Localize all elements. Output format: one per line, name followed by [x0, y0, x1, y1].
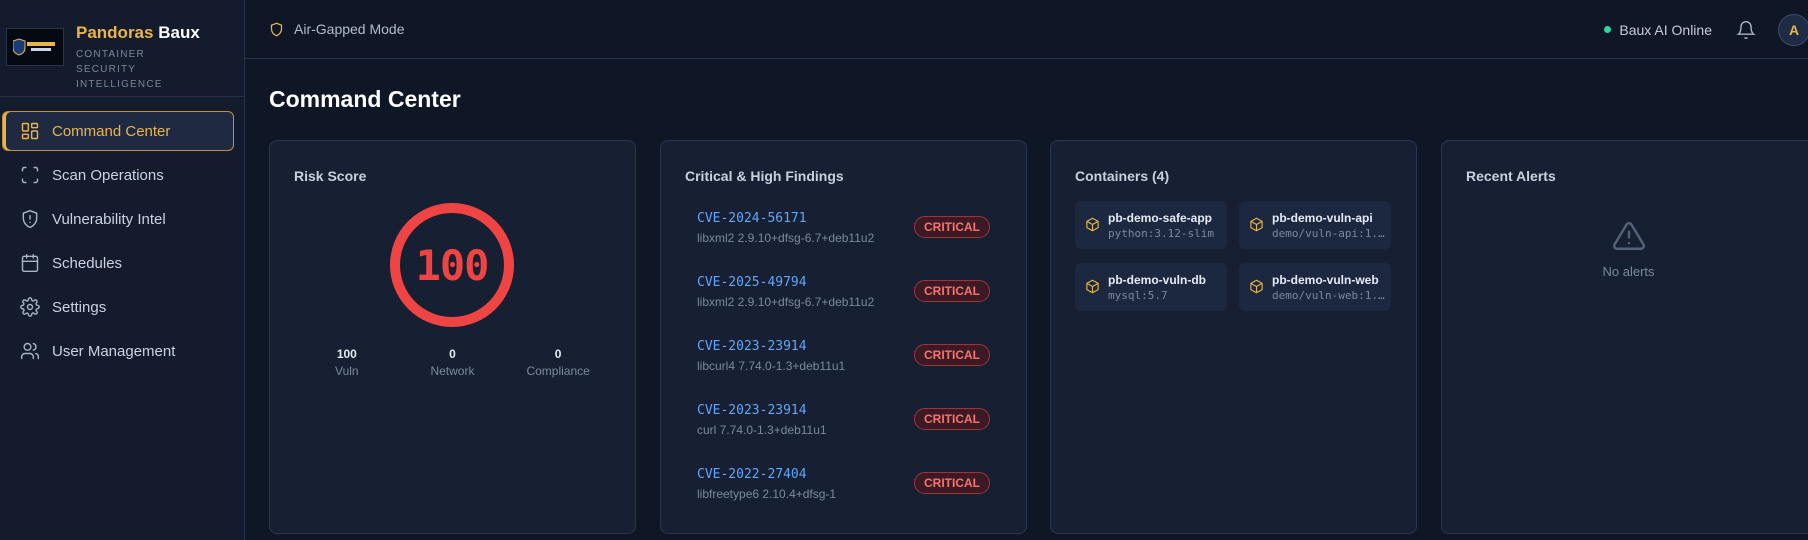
card-title: Containers (4): [1075, 168, 1170, 184]
cve-link[interactable]: CVE-2023-23914: [697, 339, 807, 354]
page-title: Command Center: [269, 86, 461, 112]
ai-status: Baux AI Online: [1604, 22, 1712, 38]
container-box-icon: [1250, 217, 1263, 232]
top-bar: Air-Gapped Mode Baux AI Online A: [245, 0, 1808, 59]
cve-link[interactable]: CVE-2022-27404: [697, 467, 807, 482]
sidebar: Pandoras Baux CONTAINER SECURITY INTELLI…: [0, 0, 245, 540]
metric-value: 100: [336, 347, 357, 361]
notifications-button[interactable]: [1736, 20, 1756, 40]
metric-label: Network: [430, 364, 475, 378]
container-name: pb-demo-vuln-db: [1108, 273, 1206, 287]
container-tile[interactable]: pb-demo-safe-app python:3.12-slim: [1075, 201, 1227, 249]
top-bar-right: Baux AI Online A: [1604, 0, 1808, 59]
card-title: Risk Score: [294, 168, 367, 184]
sidebar-item-user-management[interactable]: User Management: [2, 331, 234, 371]
package-version: curl 7.74.0-1.3+deb11u1: [697, 423, 827, 437]
severity-badge: CRITICAL: [914, 344, 990, 366]
user-avatar[interactable]: A: [1778, 13, 1808, 46]
finding-row[interactable]: CVE-2025-49794 libxml2 2.9.10+dfsg-6.7+d…: [685, 275, 990, 325]
card-title: Critical & High Findings: [685, 168, 844, 184]
container-name: pb-demo-safe-app: [1108, 211, 1213, 225]
brand-tagline: CONTAINER SECURITY INTELLIGENCE: [76, 49, 163, 90]
finding-row[interactable]: CVE-2023-23914 libcurl4 7.74.0-1.3+deb11…: [685, 339, 990, 389]
brand-name-part2: Baux: [158, 23, 200, 42]
severity-badge: CRITICAL: [914, 280, 990, 302]
container-image: demo/vuln-api:1...: [1272, 227, 1386, 240]
sidebar-item-command-center[interactable]: Command Center: [2, 111, 234, 151]
package-version: libfreetype6 2.10.4+dfsg-1: [697, 487, 837, 501]
risk-score-card: Risk Score 100 100 Vuln 0 Network 0 Comp…: [269, 140, 636, 534]
metric-value: 0: [554, 347, 562, 361]
empty-state: No alerts: [1442, 219, 1808, 279]
cve-link[interactable]: CVE-2024-56171: [697, 211, 807, 226]
online-status-dot: [1604, 26, 1612, 33]
risk-metrics: 100 Vuln 0 Network 0 Compliance: [294, 347, 611, 378]
container-image: demo/vuln-web:1...: [1272, 289, 1386, 302]
cve-link[interactable]: CVE-2025-49794: [697, 275, 807, 290]
card-title: Recent Alerts: [1466, 168, 1556, 184]
sidebar-item-label: User Management: [52, 342, 176, 360]
metric-vuln: 100 Vuln: [297, 347, 397, 378]
gear-icon: [20, 297, 40, 317]
empty-state-text: No alerts: [1602, 264, 1655, 279]
logo-image-icon: [13, 38, 55, 56]
brand-logo[interactable]: [6, 28, 64, 66]
container-image: mysql:5.7: [1108, 289, 1168, 302]
finding-row[interactable]: CVE-2023-23914 curl 7.74.0-1.3+deb11u1 C…: [685, 403, 990, 453]
package-version: libcurl4 7.74.0-1.3+deb11u1: [697, 359, 846, 373]
severity-badge: CRITICAL: [914, 472, 990, 494]
scan-frame-icon: [21, 166, 39, 184]
finding-row[interactable]: CVE-2022-27404 libfreetype6 2.10.4+dfsg-…: [685, 467, 990, 517]
ai-status-label: Baux AI Online: [1619, 21, 1712, 38]
container-tile[interactable]: pb-demo-vuln-db mysql:5.7: [1075, 263, 1227, 311]
sidebar-item-vulnerability-intel[interactable]: Vulnerability Intel: [2, 199, 234, 239]
sidebar-item-label: Command Center: [52, 122, 171, 140]
container-box-icon: [1086, 217, 1099, 232]
users-icon: [20, 342, 40, 360]
container-tile[interactable]: pb-demo-vuln-web demo/vuln-web:1...: [1239, 263, 1391, 311]
finding-row[interactable]: CVE-2024-56171 libxml2 2.9.10+dfsg-6.7+d…: [685, 211, 990, 261]
brand-name-part1: Pandoras: [76, 23, 154, 42]
metric-network: 0 Network: [402, 347, 502, 378]
sidebar-item-settings[interactable]: Settings: [2, 287, 234, 327]
containers-card: Containers (4) pb-demo-safe-app python:3…: [1050, 140, 1417, 534]
severity-badge: CRITICAL: [914, 408, 990, 430]
air-gapped-indicator: Air-Gapped Mode: [269, 21, 405, 37]
package-version: libxml2 2.9.10+dfsg-6.7+deb11u2: [697, 231, 875, 245]
metric-value: 0: [449, 347, 456, 361]
sidebar-item-label: Settings: [52, 298, 107, 316]
recent-alerts-card: Recent Alerts No alerts: [1441, 140, 1808, 534]
dashboard-grid-icon: [21, 122, 39, 140]
risk-score-value: 100: [415, 240, 490, 290]
container-tile[interactable]: pb-demo-vuln-api demo/vuln-api:1...: [1239, 201, 1391, 249]
findings-card: Critical & High Findings CVE-2024-56171 …: [660, 140, 1027, 534]
package-version: libxml2 2.9.10+dfsg-6.7+deb11u2: [697, 295, 875, 309]
container-image: python:3.12-slim: [1108, 227, 1214, 240]
sidebar-item-scan-operations[interactable]: Scan Operations: [2, 155, 234, 195]
metric-label: Compliance: [526, 364, 590, 378]
container-name: pb-demo-vuln-api: [1272, 211, 1373, 225]
sidebar-item-label: Vulnerability Intel: [52, 210, 166, 228]
brand-name: Pandoras Baux: [76, 22, 206, 44]
sidebar-nav: Command Center Scan Operations Vulnerabi…: [0, 97, 244, 371]
metric-compliance: 0 Compliance: [508, 347, 608, 378]
air-gapped-label: Air-Gapped Mode: [294, 21, 405, 37]
shield-outline-icon: [270, 22, 283, 36]
shield-icon: [22, 209, 38, 229]
bell-icon: [1736, 20, 1756, 39]
severity-badge: CRITICAL: [914, 216, 990, 238]
risk-score-gauge: 100: [390, 203, 514, 327]
container-name: pb-demo-vuln-web: [1272, 273, 1379, 287]
sidebar-item-label: Schedules: [52, 254, 123, 272]
container-box-icon: [1250, 279, 1263, 294]
metric-label: Vuln: [335, 364, 359, 378]
calendar-icon: [21, 253, 39, 273]
cve-link[interactable]: CVE-2023-23914: [697, 403, 807, 418]
warning-triangle-icon: [1612, 222, 1645, 250]
sidebar-item-schedules[interactable]: Schedules: [2, 243, 234, 283]
brand-header: Pandoras Baux CONTAINER SECURITY INTELLI…: [0, 0, 244, 97]
container-box-icon: [1086, 279, 1099, 294]
sidebar-item-label: Scan Operations: [52, 166, 164, 184]
